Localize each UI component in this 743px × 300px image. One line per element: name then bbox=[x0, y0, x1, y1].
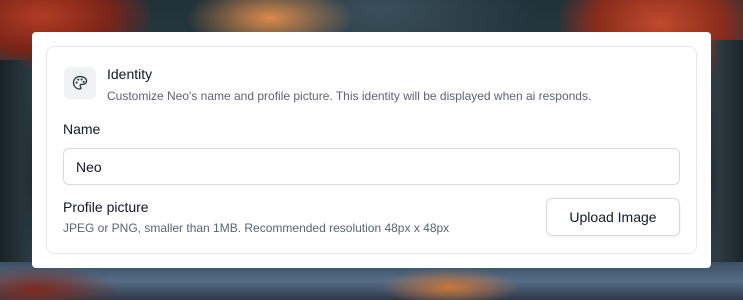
profile-picture-description: JPEG or PNG, smaller than 1MB. Recommend… bbox=[63, 221, 450, 235]
name-input[interactable] bbox=[63, 148, 680, 185]
section-title: Identity bbox=[107, 66, 153, 82]
background-glow-left bbox=[0, 265, 120, 300]
background-glow bbox=[380, 268, 520, 300]
profile-picture-label: Profile picture bbox=[63, 199, 149, 215]
section-description: Customize Neo's name and profile picture… bbox=[107, 89, 592, 103]
upload-image-button[interactable]: Upload Image bbox=[546, 198, 680, 236]
palette-icon bbox=[72, 75, 88, 91]
identity-card: Identity Customize Neo's name and profil… bbox=[46, 46, 697, 254]
name-label: Name bbox=[63, 121, 101, 137]
settings-panel: Identity Customize Neo's name and profil… bbox=[32, 32, 711, 268]
identity-icon-container bbox=[64, 67, 96, 99]
